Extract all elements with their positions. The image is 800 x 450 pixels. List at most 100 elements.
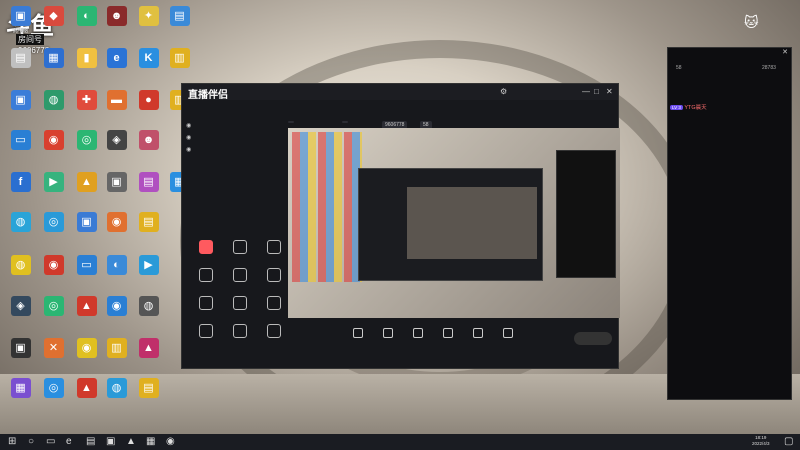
desktop-icon[interactable]: ✕ — [37, 338, 70, 368]
desktop-icon[interactable]: ◉ — [70, 338, 103, 368]
desktop-icon[interactable]: ▭ — [70, 255, 103, 285]
speaker-button[interactable] — [494, 328, 522, 340]
desktop-icon[interactable]: ◍ — [4, 212, 37, 242]
app-icon[interactable]: ◉ — [166, 436, 175, 448]
desktop-icon[interactable]: ☻ — [100, 6, 133, 36]
desktop-icon[interactable]: ▲ — [70, 172, 103, 202]
search-icon[interactable]: ○ — [28, 436, 34, 448]
desktop-icon[interactable]: ▲ — [132, 338, 165, 368]
desktop-icon[interactable]: e — [100, 48, 133, 78]
desktop-icon-label — [37, 400, 70, 408]
desktop-icon[interactable]: ▣ — [100, 172, 133, 202]
settings-icon[interactable]: ⚙ — [500, 87, 507, 96]
eye-icon[interactable]: ◉ — [186, 135, 191, 141]
desktop-icon[interactable]: ▮ — [70, 48, 103, 78]
maximize-icon[interactable]: □ — [594, 87, 599, 96]
desktop-icon[interactable]: ◈ — [100, 130, 133, 160]
file-explorer-icon[interactable]: ▤ — [86, 436, 95, 448]
source-row[interactable]: ◉ — [186, 134, 191, 141]
media-button[interactable] — [434, 328, 462, 340]
preview-nested-image — [407, 187, 537, 259]
clock[interactable]: 18:19 2022/4/3 — [752, 435, 770, 447]
desktop-icon[interactable]: ◎ — [37, 296, 70, 326]
app-icon: ◉ — [43, 255, 64, 275]
app-icon[interactable]: ▦ — [146, 436, 155, 448]
desktop-icon[interactable]: ▶ — [37, 172, 70, 202]
app-icon: ✕ — [43, 338, 64, 358]
source-row[interactable]: ◉ — [186, 122, 191, 129]
desktop-icon[interactable]: K — [132, 48, 165, 78]
desktop-icon[interactable]: ◎ — [37, 212, 70, 242]
desktop-icon[interactable]: ◐ — [70, 6, 103, 36]
desktop-icon[interactable]: ▣ 此电脑 — [4, 6, 37, 36]
desktop-icon-label — [37, 70, 70, 78]
app-icon: ◐ — [76, 6, 97, 26]
desktop-icon[interactable]: ▣ — [70, 212, 103, 242]
desktop-icon[interactable]: ✦ — [132, 6, 165, 36]
desktop-icon[interactable]: ◍ — [100, 378, 133, 408]
desktop-icon[interactable]: ◈ — [4, 296, 37, 326]
desktop-icon[interactable]: ◎ — [37, 378, 70, 408]
desktop-icon[interactable]: ◉ — [37, 255, 70, 285]
desktop-icon[interactable]: ▤ — [4, 48, 37, 78]
desktop-icon-label: 此电脑 — [12, 28, 28, 34]
desktop-icon[interactable]: ◉ — [37, 130, 70, 160]
stream-preview[interactable] — [288, 128, 620, 318]
category-tag[interactable] — [288, 121, 294, 123]
tool-icon — [199, 268, 213, 282]
camera-button[interactable] — [374, 328, 402, 340]
desktop-icon[interactable]: ☻ — [132, 130, 165, 160]
desktop-icon[interactable]: ▥ — [163, 48, 196, 78]
app-icon[interactable]: ▣ — [106, 436, 115, 448]
app-icon: K — [138, 48, 159, 68]
desktop-icon[interactable]: ▶ — [132, 255, 165, 285]
desktop-icon[interactable]: ▣ — [4, 338, 37, 368]
start-live-button[interactable] — [574, 332, 612, 345]
desktop-icon[interactable]: ▭ — [4, 130, 37, 160]
desktop-icon[interactable]: ◉ — [100, 212, 133, 242]
username[interactable]: YTG晨天 — [684, 105, 706, 111]
phone-cast-button[interactable] — [404, 328, 432, 340]
close-icon[interactable]: ✕ — [782, 48, 788, 56]
desktop-icon[interactable]: ◍ — [37, 90, 70, 120]
app-icon[interactable]: ▲ — [126, 436, 136, 448]
microphone-button[interactable] — [464, 328, 492, 340]
desktop-icon[interactable]: ◍ — [132, 296, 165, 326]
tool-icon — [267, 240, 281, 254]
desktop-icon[interactable]: ▤ — [132, 172, 165, 202]
desktop-icon[interactable]: ▦ — [4, 378, 37, 408]
desktop-icon[interactable]: f — [4, 172, 37, 202]
desktop-icon[interactable]: ◐ — [100, 255, 133, 285]
source-row[interactable]: ◉ — [186, 146, 191, 153]
desktop-icon[interactable]: ▦ — [37, 48, 70, 78]
desktop-icon-label — [70, 194, 103, 202]
desktop-icon[interactable]: ▤ — [132, 212, 165, 242]
task-view-icon[interactable]: ▭ — [46, 436, 55, 448]
desktop-icon[interactable]: ● — [132, 90, 165, 120]
desktop-icon[interactable]: ◆ — [37, 6, 70, 36]
desktop-icon[interactable]: ▤ — [163, 6, 196, 36]
desktop-icon-label — [37, 277, 70, 285]
desktop-icon[interactable]: ◉ — [100, 296, 133, 326]
tool-icon — [233, 296, 247, 310]
desktop-icon[interactable]: ▬ — [100, 90, 133, 120]
app-icon: ☻ — [138, 130, 159, 150]
desktop-icon[interactable]: ▣ — [4, 90, 37, 120]
desktop-icon[interactable]: ▥ — [100, 338, 133, 368]
eye-icon[interactable]: ◉ — [186, 147, 191, 153]
desktop-icon[interactable]: ✚ — [70, 90, 103, 120]
desktop-icon[interactable]: ▲ — [70, 378, 103, 408]
desktop-icon[interactable]: ▲ — [70, 296, 103, 326]
screen-capture-button[interactable] — [344, 328, 372, 340]
desktop-icon-label — [100, 70, 133, 78]
desktop-icon[interactable]: ◍ — [4, 255, 37, 285]
minimize-icon[interactable]: — — [582, 87, 590, 96]
desktop-icon[interactable]: ◎ — [70, 130, 103, 160]
start-icon[interactable]: ⊞ — [8, 436, 16, 448]
edge-icon[interactable]: e — [66, 436, 72, 448]
category-tag-2[interactable] — [342, 121, 348, 123]
notification-icon[interactable]: ▢ — [784, 436, 793, 448]
desktop-icon[interactable]: ▤ — [132, 378, 165, 408]
close-icon[interactable]: ✕ — [606, 87, 613, 96]
eye-icon[interactable]: ◉ — [186, 123, 191, 129]
